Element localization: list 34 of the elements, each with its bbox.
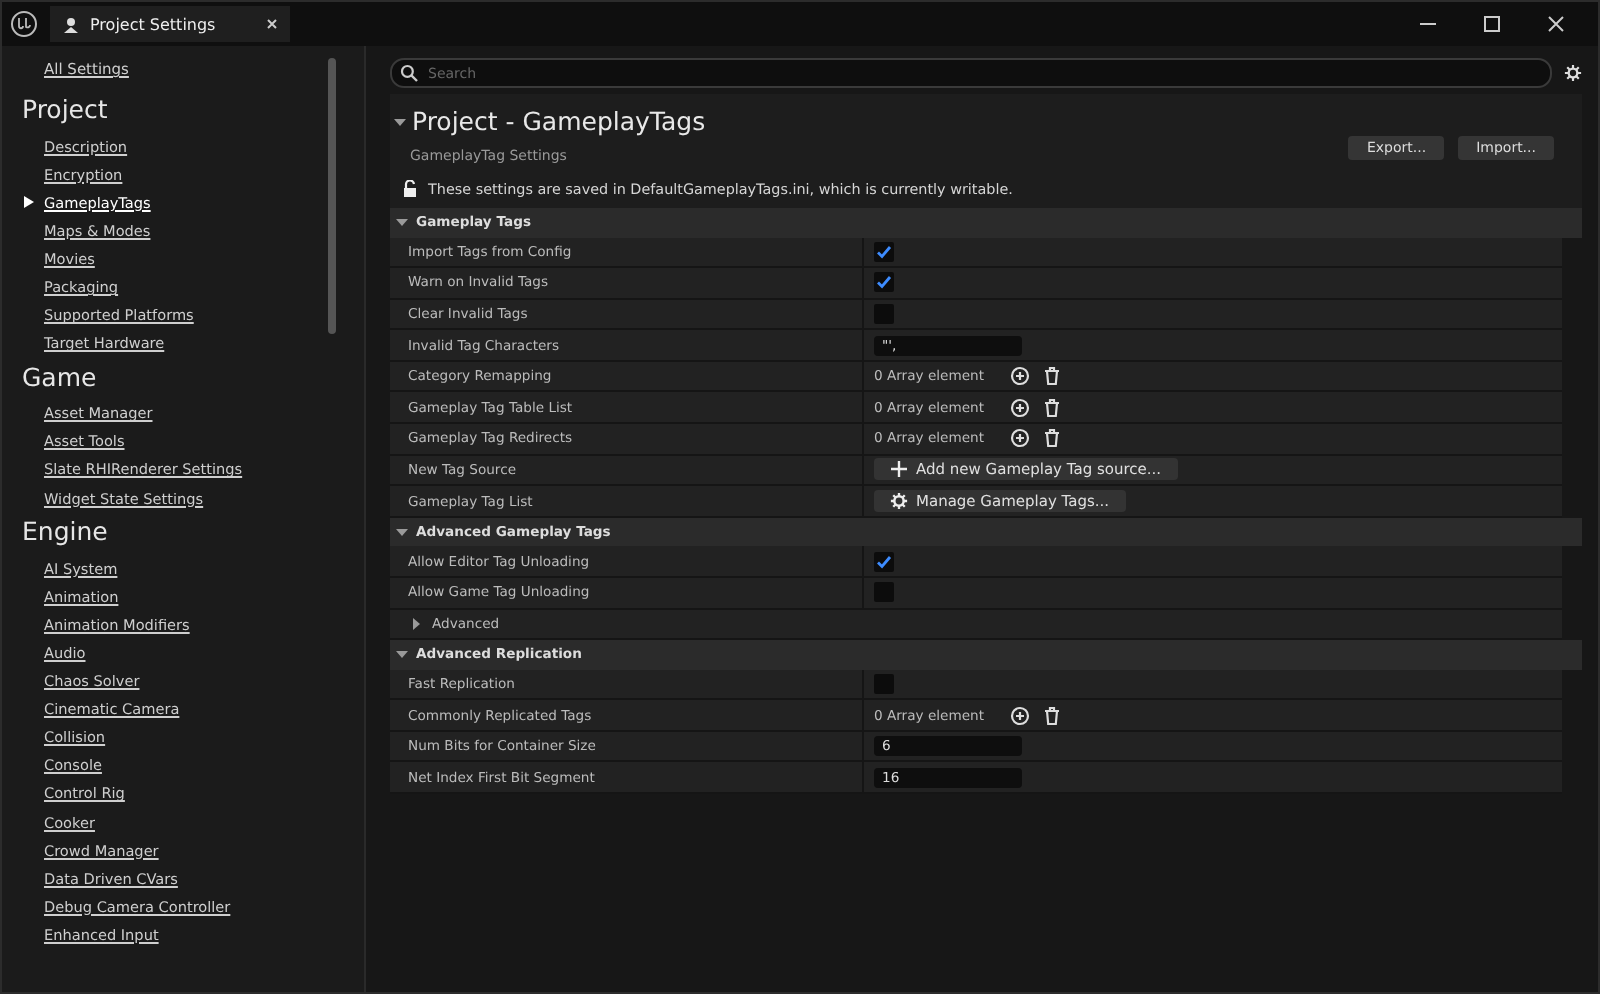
trash-icon[interactable]	[1042, 397, 1062, 418]
person-icon	[62, 15, 80, 33]
expand-arrow-icon[interactable]	[410, 617, 422, 630]
add-icon[interactable]	[1010, 428, 1030, 449]
checkbox[interactable]	[874, 241, 894, 262]
add-icon[interactable]	[1010, 397, 1030, 418]
engine-logo-icon	[10, 10, 38, 38]
checkbox[interactable]	[874, 272, 894, 293]
close-icon[interactable]	[1546, 14, 1566, 34]
checkbox[interactable]	[874, 673, 894, 694]
expand-arrow-icon	[396, 526, 408, 539]
scrollbar[interactable]	[328, 58, 336, 334]
trash-icon[interactable]	[1042, 705, 1062, 726]
category-heading: Project	[22, 94, 108, 124]
unlock-icon	[402, 180, 420, 198]
gear-icon	[890, 492, 908, 511]
page-title: Project - GameplayTags	[412, 106, 706, 136]
add-icon[interactable]	[1010, 366, 1030, 387]
category-heading: Game	[22, 361, 97, 392]
collapse-arrow-icon[interactable]	[394, 115, 406, 127]
maximize-icon[interactable]	[1482, 14, 1502, 34]
checkbox[interactable]	[874, 551, 894, 572]
category-heading: Engine	[22, 516, 108, 547]
expand-arrow-icon	[396, 648, 408, 661]
trash-icon[interactable]	[1042, 428, 1062, 449]
settings-icon[interactable]	[1564, 64, 1582, 82]
search-icon	[400, 64, 418, 82]
project-settings-tab[interactable]: Project Settings	[50, 6, 290, 42]
selected-arrow-icon	[24, 196, 34, 209]
close-icon[interactable]	[266, 18, 278, 30]
trash-icon[interactable]	[1042, 366, 1062, 387]
add-icon[interactable]	[1010, 705, 1030, 726]
expand-arrow-icon	[396, 216, 408, 229]
plus-icon	[890, 460, 908, 479]
